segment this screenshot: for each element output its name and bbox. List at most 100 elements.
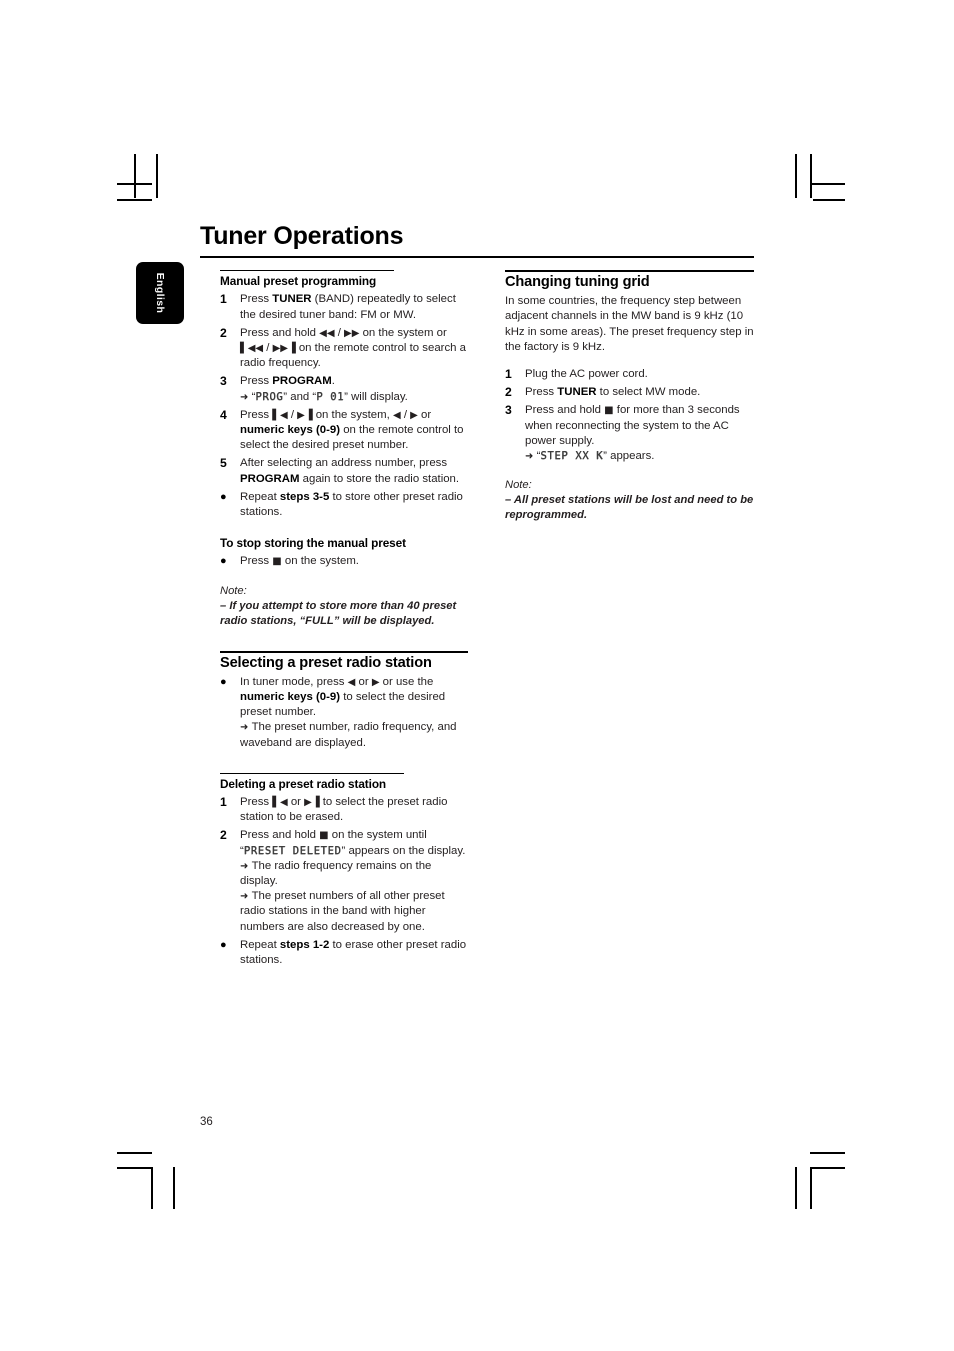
control-glyph-icon: ▶▶ bbox=[344, 327, 360, 339]
step-text: on the system. bbox=[281, 555, 359, 568]
page-title: Tuner Operations bbox=[200, 222, 404, 250]
step-text: ” and “ bbox=[283, 390, 317, 403]
arrow-right-icon: ➜ bbox=[525, 451, 537, 463]
step-body: Press ■ on the system. bbox=[240, 554, 470, 569]
step-text: In tuner mode, press bbox=[240, 675, 348, 688]
crop-mark-top-right bbox=[810, 154, 812, 198]
language-tab-label: English bbox=[154, 272, 166, 314]
note-label: Note: bbox=[220, 584, 247, 597]
crop-mark-top-left-h2 bbox=[117, 199, 152, 201]
manual-page: English Tuner Operations Manual preset p… bbox=[0, 0, 954, 1351]
step-body: Press ▌◀ / ▶▐ on the system, ◀ / ▶ or nu… bbox=[240, 408, 470, 454]
step-text: or bbox=[417, 408, 432, 421]
step-text: or bbox=[355, 675, 372, 688]
lcd-display-text: PRESET DELETED bbox=[243, 844, 342, 857]
numbered-step: 1 Plug the AC power cord. bbox=[505, 367, 755, 382]
step-text: ” appears on the display. bbox=[341, 844, 466, 857]
arrow-right-icon: ➜ bbox=[240, 891, 252, 903]
emphasis-text: PROGRAM bbox=[272, 375, 332, 388]
step-text: ” will display. bbox=[344, 390, 408, 403]
crop-mark-top-right-h bbox=[810, 183, 845, 185]
control-glyph-icon: ◀ bbox=[392, 409, 401, 421]
result-line: ➜ “PROG” and “P 01” will display. bbox=[240, 390, 470, 405]
note-text: – All preset stations will be lost and n… bbox=[505, 494, 754, 522]
selecting-preset-step: ● In tuner mode, press ◀ or ▶ or use the … bbox=[220, 675, 470, 751]
step-text: / bbox=[287, 408, 298, 421]
emphasis-text: steps 3-5 bbox=[279, 490, 330, 503]
crop-mark-bottom-left-v2 bbox=[173, 1167, 175, 1209]
control-glyph-icon: ▶▐ bbox=[297, 409, 313, 421]
crop-mark-top-right-h2 bbox=[813, 199, 845, 201]
step-text: Press and hold bbox=[525, 404, 605, 417]
emphasis-text: numeric keys (0-9) bbox=[240, 690, 341, 703]
step-number: 4 bbox=[220, 407, 227, 422]
note-full-display: Note: – If you attempt to store more tha… bbox=[220, 584, 470, 629]
language-tab: English bbox=[136, 262, 184, 324]
step-body: Press ▌◀ or ▶▐ to select the preset radi… bbox=[240, 795, 470, 825]
step-text: The radio frequency remains on the displ… bbox=[240, 859, 432, 888]
step-number: 2 bbox=[505, 385, 512, 400]
step-body: In tuner mode, press ◀ or ▶ or use the n… bbox=[240, 675, 470, 751]
lcd-display-text: PROG bbox=[255, 390, 284, 403]
step-text: again to store the radio station. bbox=[299, 472, 460, 485]
step-text: Press bbox=[240, 293, 273, 306]
crop-mark-bottom-right-v2 bbox=[795, 1167, 797, 1209]
arrow-right-icon: ➜ bbox=[240, 722, 252, 734]
step-text: Press bbox=[240, 408, 273, 421]
crop-mark-top-right-v2 bbox=[795, 154, 797, 198]
step-number: 3 bbox=[505, 403, 512, 418]
lcd-display-text: P 01 bbox=[316, 390, 345, 403]
bullet-icon: ● bbox=[220, 938, 227, 951]
rule-manual-preset bbox=[220, 270, 394, 272]
step-text: Repeat bbox=[240, 938, 280, 951]
bullet-icon: ● bbox=[220, 675, 227, 688]
numbered-step: 2 Press and hold ◀◀ / ▶▶ on the system or… bbox=[220, 326, 470, 372]
numbered-step: 1 Press ▌◀ or ▶▐ to select the preset rad… bbox=[220, 795, 470, 825]
step-text: Press bbox=[240, 555, 273, 568]
emphasis-text: steps 1-2 bbox=[279, 938, 330, 951]
control-glyph-icon: ▌◀ bbox=[272, 409, 288, 421]
crop-mark-bottom-left-v bbox=[151, 1167, 153, 1209]
bullet-icon: ● bbox=[220, 490, 227, 503]
stop-storing-step: ● Press ■ on the system. bbox=[220, 554, 470, 569]
note-preset-lost: Note: – All preset stations will be lost… bbox=[505, 478, 755, 523]
control-glyph-icon: ■ bbox=[604, 405, 614, 417]
step-text: Press and hold bbox=[240, 829, 320, 842]
step-number: 3 bbox=[220, 374, 227, 389]
numbered-step: 2 Press TUNER to select MW mode. bbox=[505, 385, 755, 400]
crop-mark-bottom-right-h bbox=[810, 1152, 845, 1154]
control-glyph-icon: ▶ bbox=[410, 409, 418, 421]
control-glyph-icon: ■ bbox=[272, 556, 282, 568]
emphasis-text: PROGRAM bbox=[240, 472, 300, 485]
note-text: – If you attempt to store more than 40 p… bbox=[220, 599, 457, 627]
step-text: on the system or bbox=[359, 326, 447, 339]
step-body: Repeat steps 1-2 to erase other preset r… bbox=[240, 938, 470, 968]
lcd-display-text: STEP XX K bbox=[540, 450, 604, 463]
step-text: The preset numbers of all other preset r… bbox=[240, 890, 445, 933]
step-number: 2 bbox=[220, 325, 227, 340]
crop-mark-bottom-right-v bbox=[810, 1167, 812, 1209]
right-column: Changing tuning grid In some countries, … bbox=[505, 270, 755, 523]
arrow-right-icon: ➜ bbox=[240, 391, 252, 403]
step-body: Press PROGRAM. ➜ “PROG” and “P 01” will d… bbox=[240, 374, 470, 404]
result-line: ➜ The preset number, radio frequency, an… bbox=[240, 720, 470, 750]
step-body: After selecting an address number, press… bbox=[240, 456, 470, 486]
crop-mark-top-left-v2 bbox=[156, 154, 158, 198]
step-number: 2 bbox=[220, 828, 227, 843]
bulleted-step: ● Repeat steps 1-2 to erase other preset … bbox=[220, 938, 470, 968]
heading-changing-tuning-grid: Changing tuning grid bbox=[505, 274, 650, 290]
rule-changing-tuning-grid bbox=[505, 270, 754, 272]
step-body: Press TUNER (BAND) repeatedly to select … bbox=[240, 292, 470, 322]
numbered-step: 1 Press TUNER (BAND) repeatedly to select… bbox=[220, 292, 470, 322]
bulleted-step: ● Repeat steps 3-5 to store other preset … bbox=[220, 490, 470, 520]
tuning-grid-steps: 1 Plug the AC power cord. 2 Press TUNER to … bbox=[505, 367, 755, 464]
crop-mark-bottom-left-h2 bbox=[117, 1167, 152, 1169]
heading-deleting-preset-station: Deleting a preset radio station bbox=[220, 776, 387, 791]
step-number: 5 bbox=[220, 456, 227, 471]
step-text: After selecting an address number, press bbox=[240, 457, 448, 470]
control-glyph-icon: ■ bbox=[319, 830, 329, 842]
step-text: or bbox=[287, 796, 305, 809]
step-number: 1 bbox=[220, 795, 227, 810]
step-text: Press bbox=[240, 375, 273, 388]
page-number: 36 bbox=[200, 1116, 213, 1128]
